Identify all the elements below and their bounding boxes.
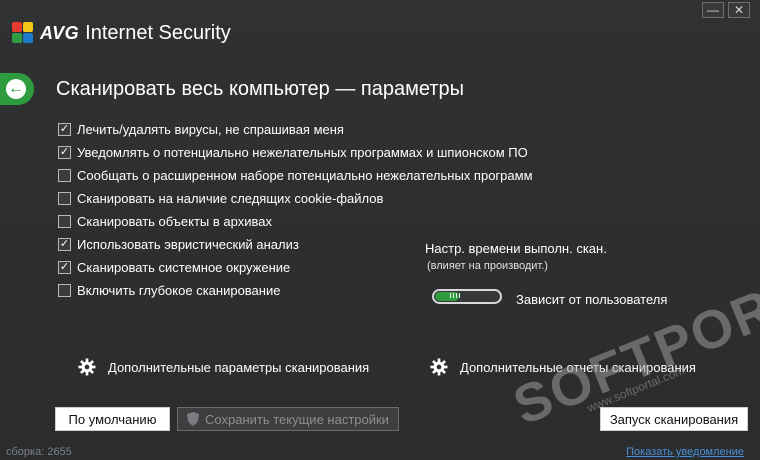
checkbox-checked[interactable]: ✓ [58, 123, 71, 136]
gear-icon [78, 358, 96, 376]
checkbox-unchecked[interactable] [58, 215, 71, 228]
scan-option-label: Сканировать системное окружение [77, 260, 291, 275]
schedule-title: Настр. времени выполн. скан. [425, 241, 607, 256]
schedule-subtitle: (влияет на производит.) [427, 260, 548, 272]
checkbox-checked[interactable]: ✓ [58, 261, 71, 274]
save-settings-button[interactable]: Сохранить текущие настройки [177, 407, 399, 431]
scan-option[interactable]: Сообщать о расширенном наборе потенциаль… [58, 164, 533, 187]
scan-options: ✓ Лечить/удалять вирусы, не спрашивая мен… [58, 118, 533, 302]
logo-brand: AVG [40, 22, 80, 43]
checkbox-checked[interactable]: ✓ [58, 146, 71, 159]
scan-option-label: Включить глубокое сканирование [77, 283, 281, 298]
checkbox-unchecked[interactable] [58, 192, 71, 205]
avg-logo-icon [12, 22, 34, 44]
page-title: Сканировать весь компьютер — параметры [56, 78, 464, 100]
save-settings-label: Сохранить текущие настройки [205, 411, 389, 427]
scan-option-label: Лечить/удалять вирусы, не спрашивая меня [77, 122, 344, 137]
title-bar: AVG Internet Security — ✕ [0, 0, 760, 62]
logo-product: Internet Security [85, 21, 231, 44]
back-button[interactable]: ← [0, 73, 34, 105]
app-logo: AVG Internet Security [12, 20, 231, 46]
close-button[interactable]: ✕ [728, 2, 750, 18]
scan-option-label: Сообщать о расширенном наборе потенциаль… [77, 168, 533, 183]
slider-grip[interactable] [450, 293, 460, 298]
build-number: сборка: 2655 [6, 446, 72, 458]
gear-icon [430, 358, 448, 376]
scan-option-label: Уведомлять о потенциально нежелательных … [77, 145, 528, 160]
scan-option-label: Сканировать на наличие следящих cookie-ф… [77, 191, 384, 206]
priority-slider[interactable] [432, 289, 502, 304]
start-scan-button[interactable]: Запуск сканирования [600, 407, 748, 431]
advanced-reports-link[interactable]: Дополнительные отчеты сканирования [430, 358, 696, 376]
checkbox-checked[interactable]: ✓ [58, 238, 71, 251]
advanced-params-link[interactable]: Дополнительные параметры сканирования [78, 358, 369, 376]
checkbox-unchecked[interactable] [58, 284, 71, 297]
show-notification-link[interactable]: Показать уведомление [626, 446, 744, 458]
shield-icon [187, 412, 200, 426]
slider-label: Зависит от пользователя [516, 292, 668, 307]
avg-window: AVG Internet Security — ✕ ← Сканировать … [0, 0, 760, 460]
default-button[interactable]: По умолчанию [55, 407, 170, 431]
checkbox-unchecked[interactable] [58, 169, 71, 182]
arrow-left-icon: ← [6, 79, 26, 99]
scan-option[interactable]: Сканировать объекты в архивах [58, 210, 533, 233]
window-controls: — ✕ [698, 2, 750, 18]
scan-option[interactable]: ✓ Уведомлять о потенциально нежелательных… [58, 141, 533, 164]
minimize-button[interactable]: — [702, 2, 724, 18]
scan-option[interactable]: Сканировать на наличие следящих cookie-ф… [58, 187, 533, 210]
advanced-params-label: Дополнительные параметры сканирования [108, 359, 370, 375]
scan-option-label: Сканировать объекты в архивах [77, 214, 272, 229]
advanced-reports-label: Дополнительные отчеты сканирования [460, 359, 696, 375]
scan-option[interactable]: ✓ Лечить/удалять вирусы, не спрашивая мен… [58, 118, 533, 141]
scan-option-label: Использовать эвристический анализ [77, 237, 299, 252]
